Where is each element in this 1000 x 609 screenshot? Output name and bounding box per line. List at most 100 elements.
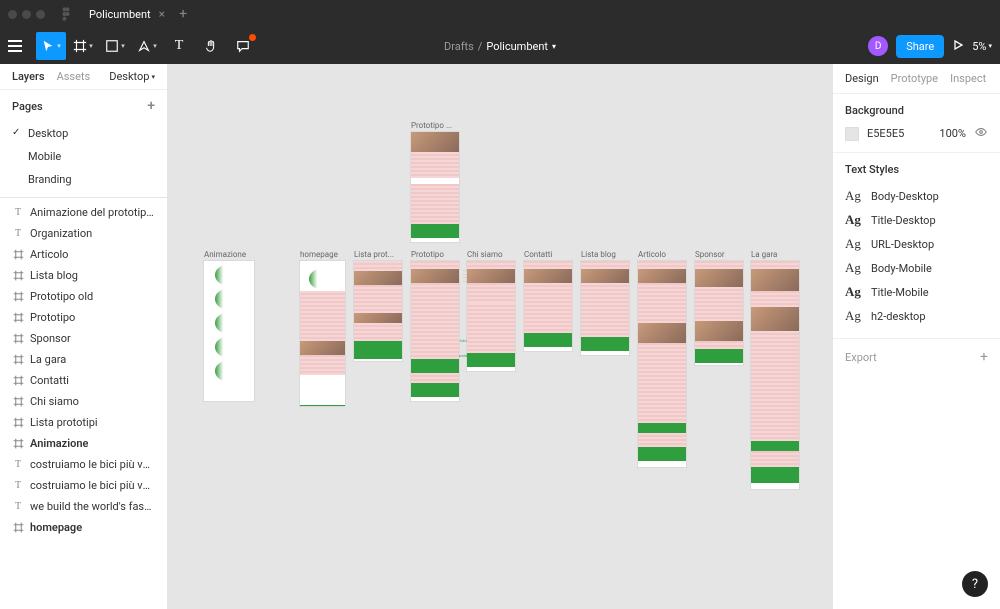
present-icon[interactable] xyxy=(952,39,964,54)
close-tab-icon[interactable]: × xyxy=(159,7,165,21)
avatar[interactable]: D xyxy=(868,36,888,56)
shape-tool[interactable]: ▾ xyxy=(100,32,130,60)
layer-item[interactable]: T Animazione del prototipo sullo scr... xyxy=(0,202,167,223)
layer-item[interactable]: Prototipo old xyxy=(0,286,167,307)
file-tab[interactable]: Policumbent × + xyxy=(89,6,187,22)
window-controls[interactable] xyxy=(8,10,45,19)
layer-item[interactable]: La gara xyxy=(0,349,167,370)
layer-label: Animazione del prototipo sullo scr... xyxy=(30,206,155,219)
frame-layer-icon xyxy=(12,396,24,408)
menu-icon[interactable] xyxy=(8,40,28,52)
layer-item[interactable]: Prototipo xyxy=(0,307,167,328)
text-style-label: URL-Desktop xyxy=(871,238,934,251)
layer-item[interactable]: Contatti xyxy=(0,370,167,391)
canvas-frame[interactable]: Animazione xyxy=(204,250,254,401)
canvas-frame[interactable]: Sponsor xyxy=(695,250,743,365)
breadcrumb-folder: Drafts xyxy=(444,40,474,53)
text-style-item[interactable]: AgTitle-Mobile xyxy=(845,280,988,304)
frame-label[interactable]: La gara xyxy=(751,250,799,259)
layer-label: costruiamo le bici più veloci al mo... xyxy=(30,479,155,492)
frame-label[interactable]: Lista blog xyxy=(581,250,629,259)
layer-item[interactable]: Articolo xyxy=(0,244,167,265)
frame-label[interactable]: Animazione xyxy=(204,250,254,259)
layer-item[interactable]: Lista prototipi xyxy=(0,412,167,433)
layer-item[interactable]: Animazione xyxy=(0,433,167,454)
new-tab-icon[interactable]: + xyxy=(179,6,187,22)
canvas-frame[interactable]: homepage xyxy=(300,250,345,406)
toolbar: ▾ ▾ ▾ ▾ T Drafts / Policumbent ▾ D Share xyxy=(0,28,1000,64)
text-style-label: Title-Mobile xyxy=(871,286,929,299)
frame-label[interactable]: Chi siamo xyxy=(467,250,515,259)
canvas-frame[interactable]: Chi siamo xyxy=(467,250,515,371)
breadcrumb[interactable]: Drafts / Policumbent ▾ xyxy=(444,40,556,53)
canvas-frame[interactable]: Prototipo xyxy=(411,250,459,401)
canvas-frame[interactable]: Prototipo ... xyxy=(411,121,459,242)
layer-label: Contatti xyxy=(30,374,69,387)
text-style-item[interactable]: AgBody-Mobile xyxy=(845,256,988,280)
page-item[interactable]: Desktop xyxy=(0,122,167,145)
export-section: Export + xyxy=(833,339,1000,375)
frame-label[interactable]: Prototipo xyxy=(411,250,459,259)
layer-item[interactable]: Twe build the world's fastest bikes xyxy=(0,496,167,517)
frame-layer-icon xyxy=(12,522,24,534)
move-tool[interactable]: ▾ xyxy=(36,32,66,60)
tab-assets[interactable]: Assets xyxy=(57,70,91,83)
text-style-sample: Ag xyxy=(845,260,863,276)
frame-label[interactable]: Sponsor xyxy=(695,250,743,259)
text-style-item[interactable]: AgURL-Desktop xyxy=(845,232,988,256)
text-tool[interactable]: T xyxy=(164,32,194,60)
add-page-icon[interactable]: + xyxy=(147,98,155,114)
canvas-frame[interactable]: Contatti xyxy=(524,250,572,351)
layer-item[interactable]: homepage xyxy=(0,517,167,538)
text-style-label: Title-Desktop xyxy=(871,214,936,227)
layer-item[interactable]: Tcostruiamo le bici più veloci al mo... xyxy=(0,475,167,496)
frame-layer-icon xyxy=(12,249,24,261)
page-item[interactable]: Branding xyxy=(0,168,167,191)
hand-tool[interactable] xyxy=(196,32,226,60)
page-item[interactable]: Mobile xyxy=(0,145,167,168)
chevron-down-icon: ▾ xyxy=(151,73,155,81)
layer-item[interactable]: Sponsor xyxy=(0,328,167,349)
tab-prototype[interactable]: Prototype xyxy=(891,72,938,85)
canvas-frame[interactable]: Lista prot... xyxy=(354,250,402,361)
layer-item[interactable]: Lista blog xyxy=(0,265,167,286)
frame-label[interactable]: Contatti xyxy=(524,250,572,259)
layer-label: Prototipo xyxy=(30,311,75,324)
tab-inspect[interactable]: Inspect xyxy=(950,72,986,85)
visibility-icon[interactable] xyxy=(974,125,988,142)
frame-tool[interactable]: ▾ xyxy=(68,32,98,60)
figma-logo-icon xyxy=(59,7,73,21)
frame-label[interactable]: Articolo xyxy=(638,250,686,259)
comment-tool[interactable] xyxy=(228,32,258,60)
frame-label[interactable]: Prototipo ... xyxy=(411,121,459,130)
tab-layers[interactable]: Layers xyxy=(12,70,45,83)
help-button[interactable]: ? xyxy=(962,571,988,597)
text-style-item[interactable]: AgBody-Desktop xyxy=(845,184,988,208)
text-style-item[interactable]: AgTitle-Desktop xyxy=(845,208,988,232)
frame-label[interactable]: homepage xyxy=(300,250,345,259)
frame-layer-icon xyxy=(12,375,24,387)
tab-design[interactable]: Design xyxy=(845,72,879,85)
share-button[interactable]: Share xyxy=(896,35,944,58)
zoom-value: 5% xyxy=(972,40,986,53)
layer-item[interactable]: Chi siamo xyxy=(0,391,167,412)
canvas-frame[interactable]: Articolo xyxy=(638,250,686,467)
layer-item[interactable]: Tcostruiamo le bici più veloci al mo... xyxy=(0,454,167,475)
background-hex[interactable]: E5E5E5 xyxy=(867,127,931,140)
background-heading: Background xyxy=(845,104,988,117)
add-export-icon[interactable]: + xyxy=(980,349,988,365)
canvas[interactable]: ─────────── ──── ── ───── ─── costruiamo… xyxy=(168,64,832,609)
layer-item[interactable]: TOrganization xyxy=(0,223,167,244)
text-style-item[interactable]: Agh2-desktop xyxy=(845,304,988,328)
background-opacity[interactable]: 100% xyxy=(939,127,966,140)
page-selector[interactable]: Desktop ▾ xyxy=(109,70,155,83)
canvas-frame[interactable]: La gara xyxy=(751,250,799,489)
canvas-frame[interactable]: Lista blog xyxy=(581,250,629,355)
zoom-control[interactable]: 5% ▾ xyxy=(972,40,992,53)
frame-label[interactable]: Lista prot... xyxy=(354,250,402,259)
background-swatch[interactable] xyxy=(845,127,859,141)
file-tab-title: Policumbent xyxy=(89,8,151,21)
pen-tool[interactable]: ▾ xyxy=(132,32,162,60)
text-style-sample: Ag xyxy=(845,188,863,204)
text-layer-icon: T xyxy=(12,207,24,219)
